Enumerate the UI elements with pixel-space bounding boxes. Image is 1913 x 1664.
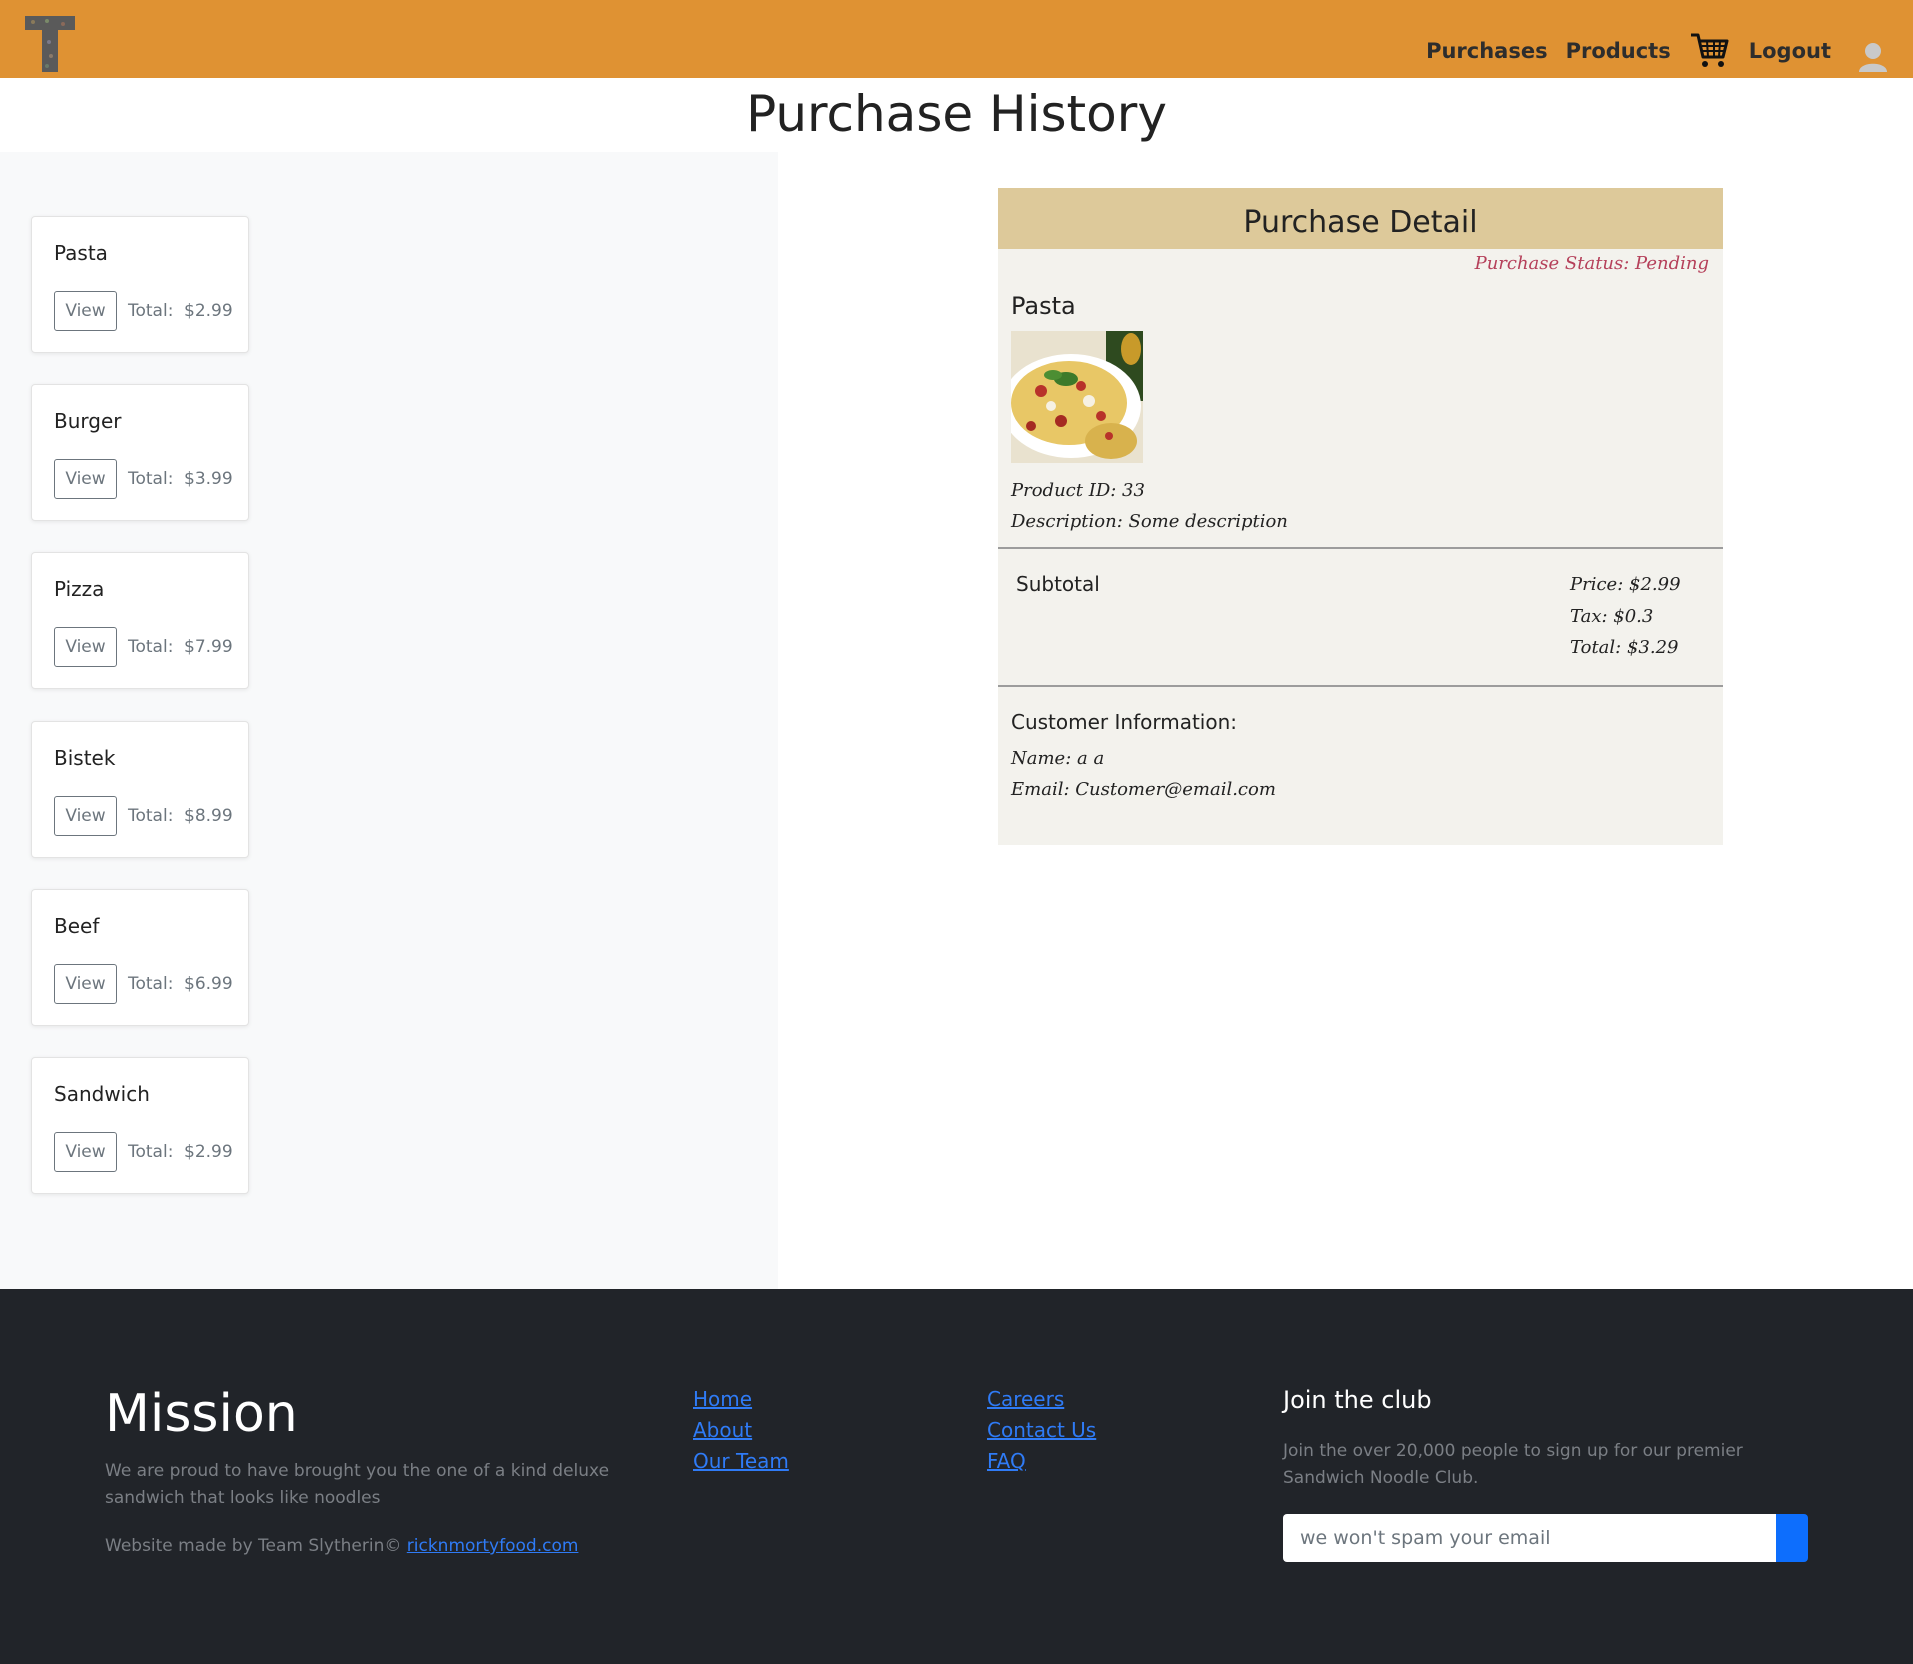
purchase-card-title: Beef bbox=[54, 914, 100, 938]
total-value: $3.99 bbox=[184, 469, 233, 489]
mission-text: We are proud to have brought you the one… bbox=[105, 1461, 610, 1508]
credit-text: Website made by Team Slytherin© bbox=[105, 1536, 402, 1556]
view-button[interactable]: View bbox=[54, 627, 117, 667]
subtotal-label: Subtotal bbox=[1016, 572, 1100, 596]
footer-link-contact-us[interactable]: Contact Us bbox=[987, 1415, 1096, 1446]
credit-link[interactable]: ricknmortyfood.com bbox=[407, 1536, 579, 1556]
user-avatar-icon[interactable] bbox=[1857, 40, 1889, 72]
total-value: $6.99 bbox=[184, 974, 233, 994]
credit-line: Website made by Team Slytherin© ricknmor… bbox=[105, 1536, 578, 1556]
view-button[interactable]: View bbox=[54, 291, 117, 331]
footer-link-home[interactable]: Home bbox=[693, 1384, 789, 1415]
total-value: Total: $3.29 bbox=[1570, 637, 1679, 658]
view-button[interactable]: View bbox=[54, 459, 117, 499]
total-label: Total: bbox=[128, 469, 174, 489]
customer-info-title: Customer Information: bbox=[1011, 710, 1238, 734]
mission-title: Mission bbox=[105, 1384, 298, 1444]
divider bbox=[998, 685, 1723, 687]
nav-purchases-link[interactable]: Purchases bbox=[1426, 38, 1548, 64]
purchase-detail-panel: Purchase Detail Purchase Status: Pending… bbox=[998, 188, 1723, 845]
customer-name: Name: a a bbox=[1011, 748, 1105, 769]
cart-icon[interactable] bbox=[1689, 30, 1729, 70]
purchase-card: Pasta View Total: $2.99 bbox=[31, 216, 249, 353]
view-button[interactable]: View bbox=[54, 1132, 117, 1172]
footer-links-col1: Home About Our Team bbox=[693, 1384, 789, 1477]
club-text: Join the over 20,000 people to sign up f… bbox=[1283, 1441, 1743, 1488]
purchase-card-title: Bistek bbox=[54, 746, 116, 770]
footer: Mission We are proud to have brought you… bbox=[0, 1289, 1913, 1664]
total-value: $2.99 bbox=[184, 301, 233, 321]
divider bbox=[998, 547, 1723, 549]
purchase-card-title: Pasta bbox=[54, 241, 108, 265]
total-value: $2.99 bbox=[184, 1142, 233, 1162]
footer-link-careers[interactable]: Careers bbox=[987, 1384, 1096, 1415]
purchase-status: Purchase Status: Pending bbox=[1474, 253, 1709, 274]
total-value: $8.99 bbox=[184, 806, 233, 826]
purchase-list: Pasta View Total: $2.99 Burger View Tota… bbox=[0, 152, 778, 1289]
subscribe-button[interactable] bbox=[1776, 1514, 1808, 1562]
tax-value: Tax: $0.3 bbox=[1570, 606, 1654, 627]
view-button[interactable]: View bbox=[54, 964, 117, 1004]
price-value: Price: $2.99 bbox=[1570, 574, 1681, 595]
customer-email: Email: Customer@email.com bbox=[1011, 779, 1276, 800]
total-label: Total: bbox=[128, 806, 174, 826]
footer-link-our-team[interactable]: Our Team bbox=[693, 1446, 789, 1477]
club-title: Join the club bbox=[1283, 1386, 1432, 1414]
total-value: $7.99 bbox=[184, 637, 233, 657]
purchase-card: Sandwich View Total: $2.99 bbox=[31, 1057, 249, 1194]
newsletter-form bbox=[1283, 1514, 1808, 1562]
navbar: Purchases Products Logout bbox=[0, 0, 1913, 78]
purchase-card-title: Pizza bbox=[54, 577, 105, 601]
total-label: Total: bbox=[128, 1142, 174, 1162]
nav-logout-link[interactable]: Logout bbox=[1749, 38, 1831, 64]
email-input[interactable] bbox=[1283, 1514, 1776, 1562]
page-title: Purchase History bbox=[746, 85, 1167, 143]
purchase-card: Bistek View Total: $8.99 bbox=[31, 721, 249, 858]
purchase-card: Burger View Total: $3.99 bbox=[31, 384, 249, 521]
nav-links: Purchases Products Logout bbox=[1426, 0, 1913, 78]
total-label: Total: bbox=[128, 301, 174, 321]
purchase-detail-header: Purchase Detail bbox=[998, 188, 1723, 249]
purchase-card: Beef View Total: $6.99 bbox=[31, 889, 249, 1026]
footer-links-col2: Careers Contact Us FAQ bbox=[987, 1384, 1096, 1477]
purchase-card-title: Burger bbox=[54, 409, 122, 433]
nav-products-link[interactable]: Products bbox=[1566, 38, 1671, 64]
total-label: Total: bbox=[128, 974, 174, 994]
view-button[interactable]: View bbox=[54, 796, 117, 836]
product-id: Product ID: 33 bbox=[1011, 480, 1145, 501]
product-name: Pasta bbox=[1011, 292, 1076, 320]
purchase-card: Pizza View Total: $7.99 bbox=[31, 552, 249, 689]
total-label: Total: bbox=[128, 637, 174, 657]
purchase-card-title: Sandwich bbox=[54, 1082, 150, 1106]
product-description: Description: Some description bbox=[1011, 511, 1288, 532]
logo-icon[interactable] bbox=[25, 16, 75, 72]
footer-link-about[interactable]: About bbox=[693, 1415, 789, 1446]
footer-link-faq[interactable]: FAQ bbox=[987, 1446, 1096, 1477]
product-image bbox=[1011, 331, 1143, 463]
